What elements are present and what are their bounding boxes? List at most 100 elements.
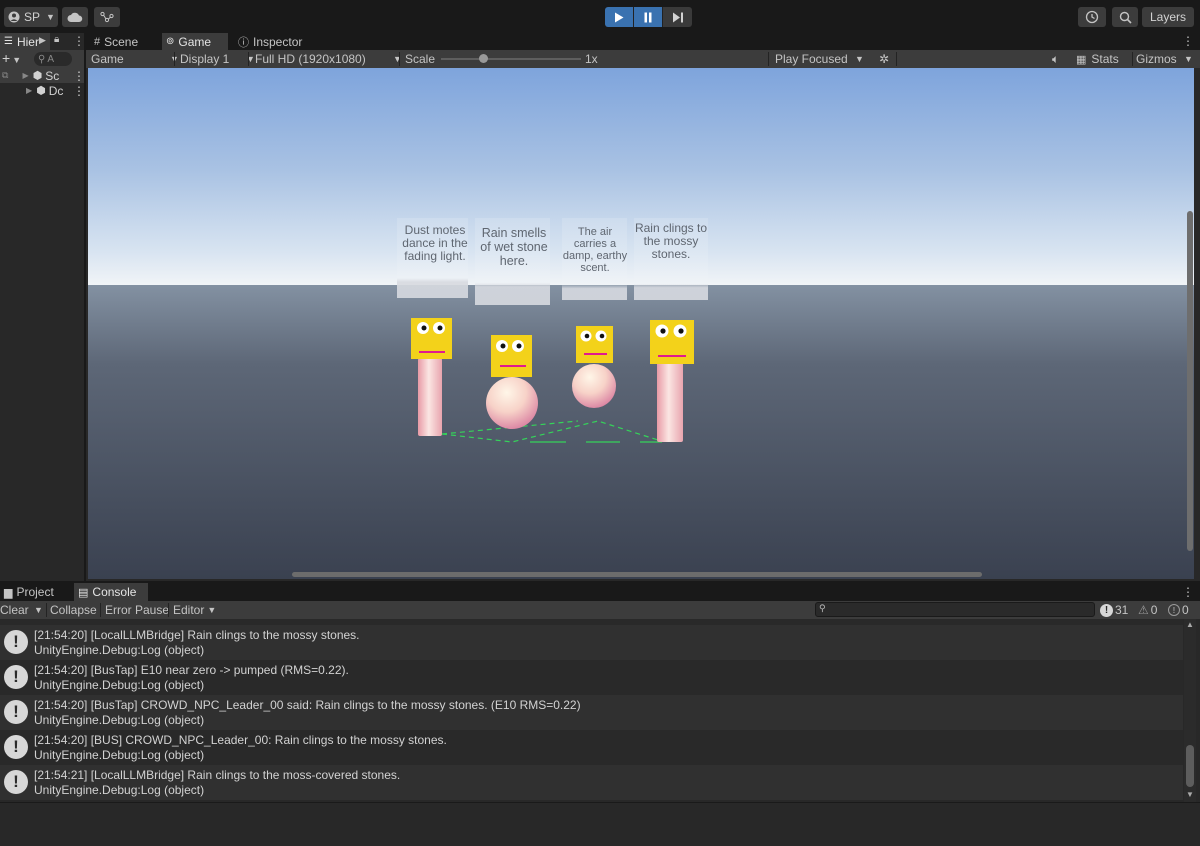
collapse-button[interactable]: Collapse bbox=[50, 601, 97, 619]
play-button[interactable] bbox=[605, 7, 634, 27]
log-stacktrace: UnityEngine.Debug:Log (object) bbox=[34, 643, 205, 657]
bug-icon: ✲ bbox=[879, 52, 890, 66]
info-icon: ! bbox=[4, 700, 28, 724]
more-options-icon[interactable]: ⋮ bbox=[1182, 34, 1194, 48]
divider bbox=[768, 52, 769, 66]
log-message: [21:54:20] [BusTap] E10 near zero -> pum… bbox=[34, 663, 349, 677]
history-button[interactable] bbox=[1078, 7, 1106, 27]
console-divider[interactable] bbox=[0, 802, 1200, 803]
log-message: [21:54:20] [BUS] CROWD_NPC_Leader_00: Ra… bbox=[34, 733, 447, 747]
pause-button[interactable] bbox=[634, 7, 663, 27]
tab-console[interactable]: ▤ Console bbox=[74, 583, 148, 601]
folder-icon: ▆ bbox=[4, 586, 13, 599]
divider bbox=[248, 52, 249, 66]
create-button[interactable]: + ▼ bbox=[2, 50, 21, 66]
play-controls bbox=[605, 7, 693, 27]
cloud-button[interactable] bbox=[62, 7, 88, 27]
editor-dropdown[interactable]: Editor ▼ bbox=[173, 601, 216, 619]
view-mode-dropdown[interactable]: Game ▼ bbox=[91, 50, 179, 68]
cloud-icon bbox=[67, 12, 83, 22]
speaker-icon: 🔈︎ bbox=[1052, 51, 1060, 66]
info-icon: ⓘ bbox=[238, 36, 249, 49]
navigation-gizmo bbox=[441, 420, 662, 443]
play-icon bbox=[615, 12, 624, 22]
tab-scene[interactable]: # Scene bbox=[90, 33, 142, 50]
history-icon bbox=[1085, 10, 1099, 24]
more-options-icon[interactable]: ⋮ bbox=[73, 34, 85, 48]
divider bbox=[896, 52, 897, 66]
search-icon: ⚲ bbox=[38, 53, 46, 65]
list-item[interactable]: ⧉ ▶ ⬢ Sc ⋮ bbox=[0, 68, 85, 83]
error-count-toggle[interactable]: ! 0 bbox=[1168, 601, 1189, 619]
lock-icon[interactable]: 🔒︎ bbox=[54, 34, 59, 45]
game-vertical-scrollbar[interactable] bbox=[1187, 68, 1195, 579]
collab-button[interactable] bbox=[94, 7, 120, 27]
more-options-icon[interactable]: ⋮ bbox=[1182, 585, 1194, 599]
step-icon bbox=[672, 12, 683, 22]
hierarchy-toolbar: + ▼ ⚲ A bbox=[0, 50, 84, 68]
chevron-down-icon: ▼ bbox=[1184, 54, 1193, 64]
tab-game[interactable]: ⊚ Game bbox=[162, 33, 228, 50]
warning-count-toggle[interactable]: ⚠ 0 bbox=[1138, 601, 1157, 619]
gizmos-dropdown[interactable]: ▼ bbox=[1184, 50, 1193, 68]
list-item[interactable]: ! [21:54:21] [LocalLLMBridge] Rain cling… bbox=[0, 765, 1183, 800]
expand-arrow-icon[interactable]: ▶ bbox=[22, 71, 28, 80]
gizmos-button[interactable]: Gizmos bbox=[1136, 50, 1177, 68]
scale-slider[interactable] bbox=[441, 54, 581, 63]
step-button[interactable] bbox=[663, 7, 692, 27]
scale-slider-thumb[interactable] bbox=[479, 54, 488, 63]
more-options-icon[interactable]: ⋮ bbox=[73, 84, 85, 98]
display-dropdown[interactable]: Display 1 ▼ bbox=[180, 50, 255, 68]
clear-options-dropdown[interactable]: ▼ bbox=[34, 601, 43, 619]
list-item[interactable]: ! [21:54:20] [BusTap] CROWD_NPC_Leader_0… bbox=[0, 695, 1183, 730]
version-control-icon bbox=[100, 11, 114, 23]
search-icon: ⚲ bbox=[819, 603, 826, 613]
hierarchy-icon: ☰ bbox=[4, 36, 13, 47]
main-toolbar: SP ▼ Layers bbox=[0, 0, 1200, 33]
hierarchy-menu-icon[interactable]: ▶ bbox=[39, 35, 46, 46]
stats-button[interactable]: ▦ Stats bbox=[1076, 50, 1119, 68]
speech-bubble-text: Rain smells of wet stone here. bbox=[480, 226, 548, 268]
game-toolbar: Game ▼ Display 1 ▼ Full HD (1920x1080) ▼… bbox=[86, 50, 1200, 68]
mute-audio-button[interactable]: 🔈︎ bbox=[1052, 50, 1059, 68]
console-icon: ▤ bbox=[78, 586, 89, 599]
scene-icon: ⧉ bbox=[2, 70, 9, 80]
list-item[interactable]: ! [21:54:20] [BusTap] E10 near zero -> p… bbox=[0, 660, 1183, 695]
console-vertical-scrollbar[interactable]: ▲ ▼ bbox=[1184, 619, 1196, 802]
tab-project[interactable]: ▆ Project bbox=[0, 583, 58, 601]
info-icon: ! bbox=[4, 735, 28, 759]
divider bbox=[168, 603, 169, 617]
scroll-down-icon[interactable]: ▼ bbox=[1186, 790, 1194, 799]
info-icon: ! bbox=[4, 770, 28, 794]
list-item[interactable]: ▶ ⬢ Dc ⋮ bbox=[0, 83, 85, 98]
log-count-toggle[interactable]: ! 31 bbox=[1100, 601, 1128, 619]
search-button[interactable] bbox=[1112, 7, 1138, 27]
unity-scene-icon: ⬢ bbox=[36, 85, 46, 97]
chevron-down-icon: ▼ bbox=[393, 54, 402, 64]
resolution-dropdown[interactable]: Full HD (1920x1080) ▼ bbox=[255, 50, 402, 68]
bug-button[interactable]: ✲ bbox=[879, 50, 889, 68]
horizontal-scrollbar[interactable] bbox=[292, 572, 982, 577]
scrollbar-thumb[interactable] bbox=[1186, 745, 1194, 787]
speech-bubble-text: The air carries a damp, earthy scent. bbox=[562, 226, 628, 274]
expand-arrow-icon[interactable]: ▶ bbox=[26, 86, 32, 95]
speech-bubble-text: Rain clings to the mossy stones. bbox=[634, 221, 708, 261]
account-dropdown[interactable]: SP ▼ bbox=[4, 7, 58, 27]
clear-button[interactable]: Clear bbox=[0, 601, 29, 619]
error-pause-button[interactable]: Error Pause bbox=[105, 601, 169, 619]
layers-dropdown[interactable]: Layers bbox=[1142, 7, 1194, 27]
hierarchy-search[interactable]: ⚲ A bbox=[34, 52, 72, 66]
divider bbox=[100, 603, 101, 617]
tab-inspector[interactable]: ⓘ Inspector bbox=[234, 33, 306, 50]
list-item[interactable]: ! [21:54:20] [LocalLLMBridge] Rain cling… bbox=[0, 625, 1183, 660]
divider bbox=[1132, 52, 1133, 66]
more-options-icon[interactable]: ⋮ bbox=[73, 69, 85, 83]
scroll-up-icon[interactable]: ▲ bbox=[1186, 620, 1194, 629]
account-icon bbox=[8, 11, 20, 23]
scrollbar-thumb[interactable] bbox=[1187, 211, 1193, 551]
game-viewport[interactable]: Dust motes dance in the fading light. Ra… bbox=[88, 68, 1194, 579]
list-item[interactable]: ! [21:54:20] [BUS] CROWD_NPC_Leader_00: … bbox=[0, 730, 1183, 765]
log-stacktrace: UnityEngine.Debug:Log (object) bbox=[34, 748, 205, 762]
play-mode-dropdown[interactable]: Play Focused ▼ bbox=[775, 50, 871, 68]
console-search-input[interactable]: ⚲ bbox=[815, 602, 1095, 617]
